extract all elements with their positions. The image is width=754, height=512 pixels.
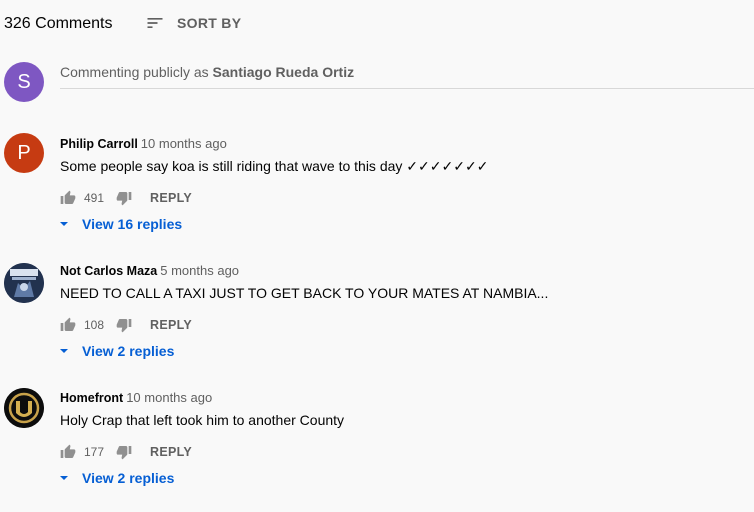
avatar-letter: S [17,70,31,93]
view-replies-button[interactable]: View 2 replies [58,343,174,359]
comments-header: 326 Comments [4,12,113,36]
like-count: 491 [84,191,105,205]
dislike-icon[interactable] [116,444,132,460]
sort-icon [145,13,165,33]
current-user-avatar[interactable]: S [4,62,44,102]
reply-button[interactable]: REPLY [150,318,192,332]
comment-text: Some people say koa is still riding that… [60,158,489,174]
comment-time[interactable]: 10 months ago [126,390,212,405]
comment-header: Not Carlos Maza 5 months ago [60,263,239,278]
comment-time[interactable]: 10 months ago [141,136,227,151]
dislike-icon[interactable] [116,190,132,206]
author-name[interactable]: Not Carlos Maza [60,264,157,278]
sort-by-button[interactable]: SORT BY [145,13,241,33]
reply-button[interactable]: REPLY [150,445,192,459]
author-avatar[interactable] [4,263,44,303]
caret-down-icon [58,345,70,357]
like-icon[interactable] [60,190,76,206]
comment-header: Homefront 10 months ago [60,390,212,405]
comment-actions: 491 REPLY [60,188,192,208]
view-replies-label: View 2 replies [82,470,175,486]
author-name[interactable]: Philip Carroll [60,137,138,151]
comment-count: 326 Comments [4,15,113,32]
author-avatar[interactable]: P [4,133,44,173]
view-replies-label: View 16 replies [82,216,183,232]
commenting-as-text: Commenting publicly as Santiago Rueda Or… [60,64,354,80]
avatar-letter: P [17,141,31,164]
reply-button[interactable]: REPLY [150,191,192,205]
like-icon[interactable] [60,444,76,460]
like-icon[interactable] [60,317,76,333]
like-count: 108 [84,318,105,332]
comment-text: NEED TO CALL A TAXI JUST TO GET BACK TO … [60,285,549,301]
view-replies-button[interactable]: View 2 replies [58,470,174,486]
view-replies-button[interactable]: View 16 replies [58,216,182,232]
caret-down-icon [58,472,70,484]
caret-down-icon [58,218,70,230]
like-count: 177 [84,445,105,459]
comment-actions: 177 REPLY [60,442,192,462]
add-comment-input[interactable]: Commenting publicly as Santiago Rueda Or… [60,64,754,89]
comment-text: Holy Crap that left took him to another … [60,412,345,428]
commenting-user-name: Santiago Rueda Ortiz [212,64,355,80]
comment-time[interactable]: 5 months ago [160,263,239,278]
author-avatar[interactable] [4,388,44,428]
author-name[interactable]: Homefront [60,391,123,405]
comment-actions: 108 REPLY [60,315,192,335]
avatar-image [4,263,44,303]
sort-by-label: SORT BY [177,15,242,31]
commenting-prefix: Commenting publicly as [60,64,213,80]
comment-header: Philip Carroll 10 months ago [60,136,227,151]
avatar-image [4,388,44,428]
view-replies-label: View 2 replies [82,343,175,359]
dislike-icon[interactable] [116,317,132,333]
